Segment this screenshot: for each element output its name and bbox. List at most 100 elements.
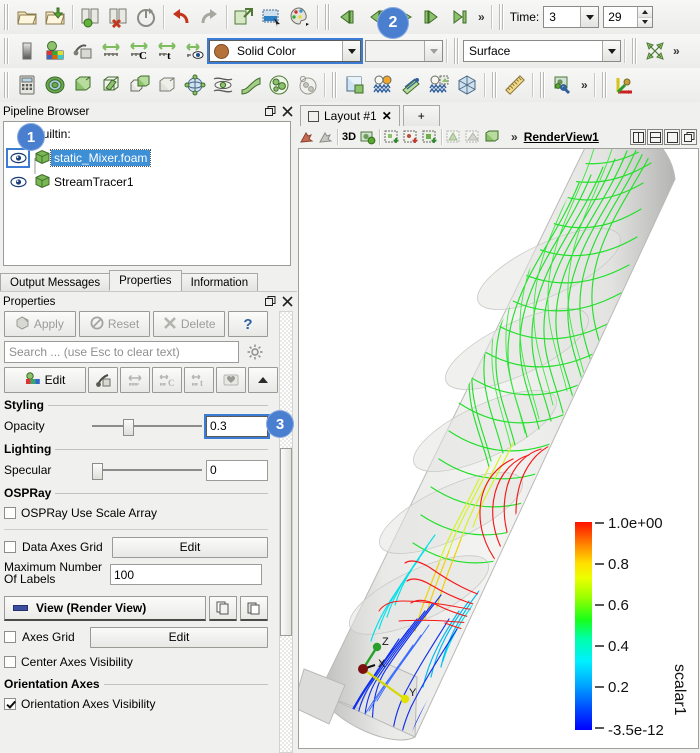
scalar-bar[interactable]: 1.0e+00 0.8 0.6 0.4 0.2 -3.5e-12 scalar1 [571, 514, 699, 746]
extract-level-icon[interactable] [293, 71, 321, 99]
extract-subset-icon[interactable] [153, 71, 181, 99]
specular-field[interactable]: 0 [206, 459, 268, 481]
pipeline-row-static-mixer[interactable]: static_Mixer.foam [4, 146, 290, 170]
stream-tracer-icon[interactable] [209, 71, 237, 99]
first-frame-icon[interactable] [334, 3, 362, 31]
chevron-down-icon[interactable] [424, 41, 442, 61]
tab-layout-1[interactable]: Layout #1 ✕ [300, 105, 400, 126]
favorites-icon[interactable] [216, 367, 246, 393]
toolbar-grip[interactable] [630, 38, 639, 64]
toolbar-overflow-chevron[interactable]: » [577, 78, 591, 92]
open-recent-icon[interactable] [41, 3, 69, 31]
opacity-field[interactable]: 0.3 [204, 413, 270, 439]
load-state-icon[interactable] [104, 3, 132, 31]
select-points-through-icon[interactable] [444, 128, 463, 147]
toggle-legend-eye-icon[interactable] [181, 37, 209, 65]
save-state-icon[interactable] [76, 3, 104, 31]
orientation-axes-visibility-checkbox[interactable] [4, 698, 16, 710]
probe-location-icon[interactable] [397, 71, 425, 99]
split-horizontal-icon[interactable] [630, 129, 646, 145]
apply-button[interactable]: Apply [4, 311, 76, 337]
frame-increment-icon[interactable] [637, 7, 653, 17]
scrollbar-thumb[interactable] [280, 448, 292, 636]
close-icon[interactable] [280, 294, 295, 309]
chevron-down-icon[interactable] [342, 41, 360, 61]
undo-icon[interactable] [167, 3, 195, 31]
clip-filter-icon[interactable] [69, 71, 97, 99]
close-icon[interactable] [280, 104, 295, 119]
contour-filter-icon[interactable] [41, 71, 69, 99]
ospray-use-scale-array-row[interactable]: OSPRay Use Scale Array [4, 502, 268, 524]
close-icon[interactable]: ✕ [382, 109, 392, 123]
properties-scrollbar[interactable] [279, 311, 293, 753]
visibility-eye-icon[interactable] [6, 148, 30, 168]
frame-spinbox[interactable]: 29 [603, 6, 654, 28]
axes-grid-checkbox[interactable] [4, 631, 16, 643]
warp-filter-icon[interactable] [237, 71, 265, 99]
undock-icon[interactable] [263, 294, 278, 309]
reset-session-icon[interactable] [132, 3, 160, 31]
center-axes-visibility-row[interactable]: Center Axes Visibility [4, 651, 268, 673]
edit-button[interactable]: Edit [4, 367, 86, 393]
axes-cube-icon[interactable] [453, 71, 481, 99]
select-cells-through-icon[interactable] [420, 128, 439, 147]
color-palette-icon[interactable] [286, 3, 314, 31]
select-block-icon[interactable] [463, 128, 482, 147]
orientation-axes-icon[interactable] [611, 71, 639, 99]
data-axes-grid-checkbox[interactable] [4, 541, 16, 553]
last-frame-icon[interactable] [446, 3, 474, 31]
close-view-icon[interactable] [681, 129, 697, 145]
toolbar-grip[interactable] [2, 4, 11, 30]
next-frame-icon[interactable] [418, 3, 446, 31]
toolbar-overflow-chevron[interactable]: » [474, 10, 488, 24]
select-cells-on-icon[interactable] [382, 128, 401, 147]
toolbar-grip[interactable] [496, 4, 506, 30]
toolbar-grip[interactable] [599, 72, 609, 98]
rescale-data-range-icon[interactable] [41, 37, 69, 65]
view-name-label[interactable]: RenderView1 [521, 130, 602, 144]
ospray-use-scale-array-checkbox[interactable] [4, 507, 16, 519]
slice-filter-icon[interactable] [97, 71, 125, 99]
zoom-to-data-icon[interactable] [641, 37, 669, 65]
rescale-visible-icon[interactable]: C [125, 37, 153, 65]
toolbar-grip[interactable] [452, 38, 461, 64]
calculator-scalarbar-icon[interactable] [13, 37, 41, 65]
3d-mode-label[interactable]: 3D [340, 128, 358, 147]
search-input[interactable]: Search ... (use Esc to clear text) [4, 341, 239, 363]
max-labels-field[interactable]: 100 [110, 564, 262, 585]
specular-slider[interactable] [92, 460, 202, 480]
chevron-down-icon[interactable] [580, 7, 599, 27]
redo-icon[interactable] [195, 3, 223, 31]
component-combo[interactable] [365, 40, 443, 62]
hover-points-icon[interactable] [482, 128, 501, 147]
camera-mode-icon[interactable] [358, 128, 377, 147]
chevron-down-icon[interactable] [602, 41, 620, 61]
restore-defaults-icon[interactable] [120, 367, 150, 393]
paste-icon[interactable] [240, 595, 268, 621]
orientation-axes-visibility-row[interactable]: Orientation Axes Visibility [4, 693, 268, 715]
tab-properties[interactable]: Properties [109, 270, 182, 291]
glyph-filter-icon[interactable] [181, 71, 209, 99]
add-layout-tab[interactable]: + [402, 105, 440, 126]
screenshot-icon[interactable] [258, 3, 286, 31]
split-vertical-icon[interactable] [647, 129, 663, 145]
group-datasets-icon[interactable] [265, 71, 293, 99]
toolbar-grip[interactable] [323, 4, 332, 30]
calculator-filter-icon[interactable] [13, 71, 41, 99]
toolbar-grip[interactable] [2, 38, 11, 64]
representation-combo[interactable]: Surface [463, 40, 621, 62]
toolbar-grip[interactable] [490, 72, 499, 98]
color-by-combo[interactable]: Solid Color [207, 38, 363, 64]
open-file-icon[interactable] [13, 3, 41, 31]
plot-data-over-time-icon[interactable] [425, 71, 453, 99]
pipeline-row-builtin[interactable]: builtin: [4, 122, 290, 146]
tab-output-messages[interactable]: Output Messages [0, 273, 111, 291]
pipeline-list[interactable]: builtin: static_Mixer.foam StreamTracer1 [3, 121, 291, 266]
copy-icon[interactable] [209, 595, 237, 621]
center-axes-visibility-checkbox[interactable] [4, 656, 16, 668]
select-cell-icon[interactable] [316, 128, 335, 147]
axes-grid-edit-button[interactable]: Edit [90, 626, 268, 648]
toggle-advanced-icon[interactable] [88, 367, 118, 393]
ruler-icon[interactable] [501, 71, 529, 99]
opacity-slider-handle[interactable] [122, 419, 134, 436]
